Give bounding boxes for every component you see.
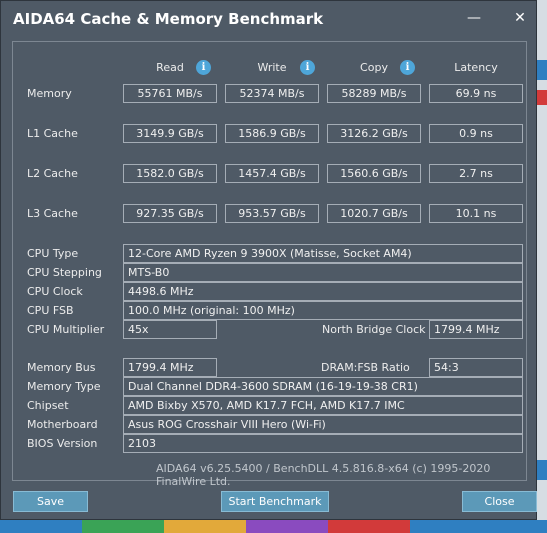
memory-type-label: Memory Type — [27, 380, 101, 393]
dram-fsb-ratio-label: DRAM:FSB Ratio — [321, 361, 410, 374]
l2-latency-value: 2.7 ns — [429, 164, 523, 183]
l2-copy-value: 1560.6 GB/s — [327, 164, 421, 183]
cpu-type-value: 12-Core AMD Ryzen 9 3900X (Matisse, Sock… — [123, 244, 523, 263]
row-label-memory: Memory — [27, 87, 72, 100]
cpu-stepping-label: CPU Stepping — [27, 266, 102, 279]
memory-latency-value: 69.9 ns — [429, 84, 523, 103]
memory-bus-value: 1799.4 MHz — [123, 358, 217, 377]
l2-read-value: 1582.0 GB/s — [123, 164, 217, 183]
cpu-type-label: CPU Type — [27, 247, 79, 260]
memory-type-value: Dual Channel DDR4-3600 SDRAM (16-19-19-3… — [123, 377, 523, 396]
l3-write-value: 953.57 GB/s — [225, 204, 319, 223]
desktop-background — [0, 520, 547, 533]
cpu-fsb-value: 100.0 MHz (original: 100 MHz) — [123, 301, 523, 320]
motherboard-value: Asus ROG Crosshair VIII Hero (Wi-Fi) — [123, 415, 523, 434]
desktop-background — [537, 60, 547, 80]
row-label-l1-cache: L1 Cache — [27, 127, 78, 140]
window-title: AIDA64 Cache & Memory Benchmark — [13, 10, 324, 28]
memory-write-value: 52374 MB/s — [225, 84, 319, 103]
chipset-label: Chipset — [27, 399, 69, 412]
column-header-write: Write — [257, 61, 287, 74]
l1-write-value: 1586.9 GB/s — [225, 124, 319, 143]
memory-copy-value: 58289 MB/s — [327, 84, 421, 103]
l1-latency-value: 0.9 ns — [429, 124, 523, 143]
l1-copy-value: 3126.2 GB/s — [327, 124, 421, 143]
north-bridge-clock-value: 1799.4 MHz — [429, 320, 523, 339]
cpu-clock-value: 4498.6 MHz — [123, 282, 523, 301]
desktop-background — [537, 90, 547, 105]
motherboard-label: Motherboard — [27, 418, 98, 431]
cpu-multiplier-value: 45x — [123, 320, 217, 339]
chipset-value: AMD Bixby X570, AMD K17.7 FCH, AMD K17.7… — [123, 396, 523, 415]
l1-read-value: 3149.9 GB/s — [123, 124, 217, 143]
minimize-icon[interactable]: — — [461, 7, 487, 29]
start-benchmark-button[interactable]: Start Benchmark — [221, 491, 329, 512]
cpu-fsb-label: CPU FSB — [27, 304, 74, 317]
row-label-l2-cache: L2 Cache — [27, 167, 78, 180]
memory-bus-label: Memory Bus — [27, 361, 96, 374]
column-header-read: Read — [156, 61, 184, 74]
column-header-copy: Copy — [360, 61, 388, 74]
bios-version-value: 2103 — [123, 434, 523, 453]
desktop-background — [537, 460, 547, 480]
memory-read-value: 55761 MB/s — [123, 84, 217, 103]
benchmark-window: AIDA64 Cache & Memory Benchmark — ✕ Read… — [0, 0, 537, 520]
info-icon[interactable]: i — [196, 60, 211, 75]
info-icon[interactable]: i — [300, 60, 315, 75]
column-header-latency: Latency — [454, 61, 498, 74]
l3-latency-value: 10.1 ns — [429, 204, 523, 223]
cpu-multiplier-label: CPU Multiplier — [27, 323, 105, 336]
close-icon[interactable]: ✕ — [507, 7, 533, 29]
info-icon[interactable]: i — [400, 60, 415, 75]
north-bridge-clock-label: North Bridge Clock — [322, 323, 426, 336]
dram-fsb-ratio-value: 54:3 — [429, 358, 523, 377]
row-label-l3-cache: L3 Cache — [27, 207, 78, 220]
cpu-clock-label: CPU Clock — [27, 285, 83, 298]
save-button[interactable]: Save — [13, 491, 88, 512]
title-bar: AIDA64 Cache & Memory Benchmark — ✕ — [1, 1, 536, 35]
results-panel: Read i Write i Copy i Latency Memory 557… — [12, 41, 527, 481]
close-button[interactable]: Close — [462, 491, 537, 512]
l3-copy-value: 1020.7 GB/s — [327, 204, 421, 223]
l3-read-value: 927.35 GB/s — [123, 204, 217, 223]
version-footer: AIDA64 v6.25.5400 / BenchDLL 4.5.816.8-x… — [156, 462, 491, 488]
cpu-stepping-value: MTS-B0 — [123, 263, 523, 282]
bios-version-label: BIOS Version — [27, 437, 98, 450]
l2-write-value: 1457.4 GB/s — [225, 164, 319, 183]
